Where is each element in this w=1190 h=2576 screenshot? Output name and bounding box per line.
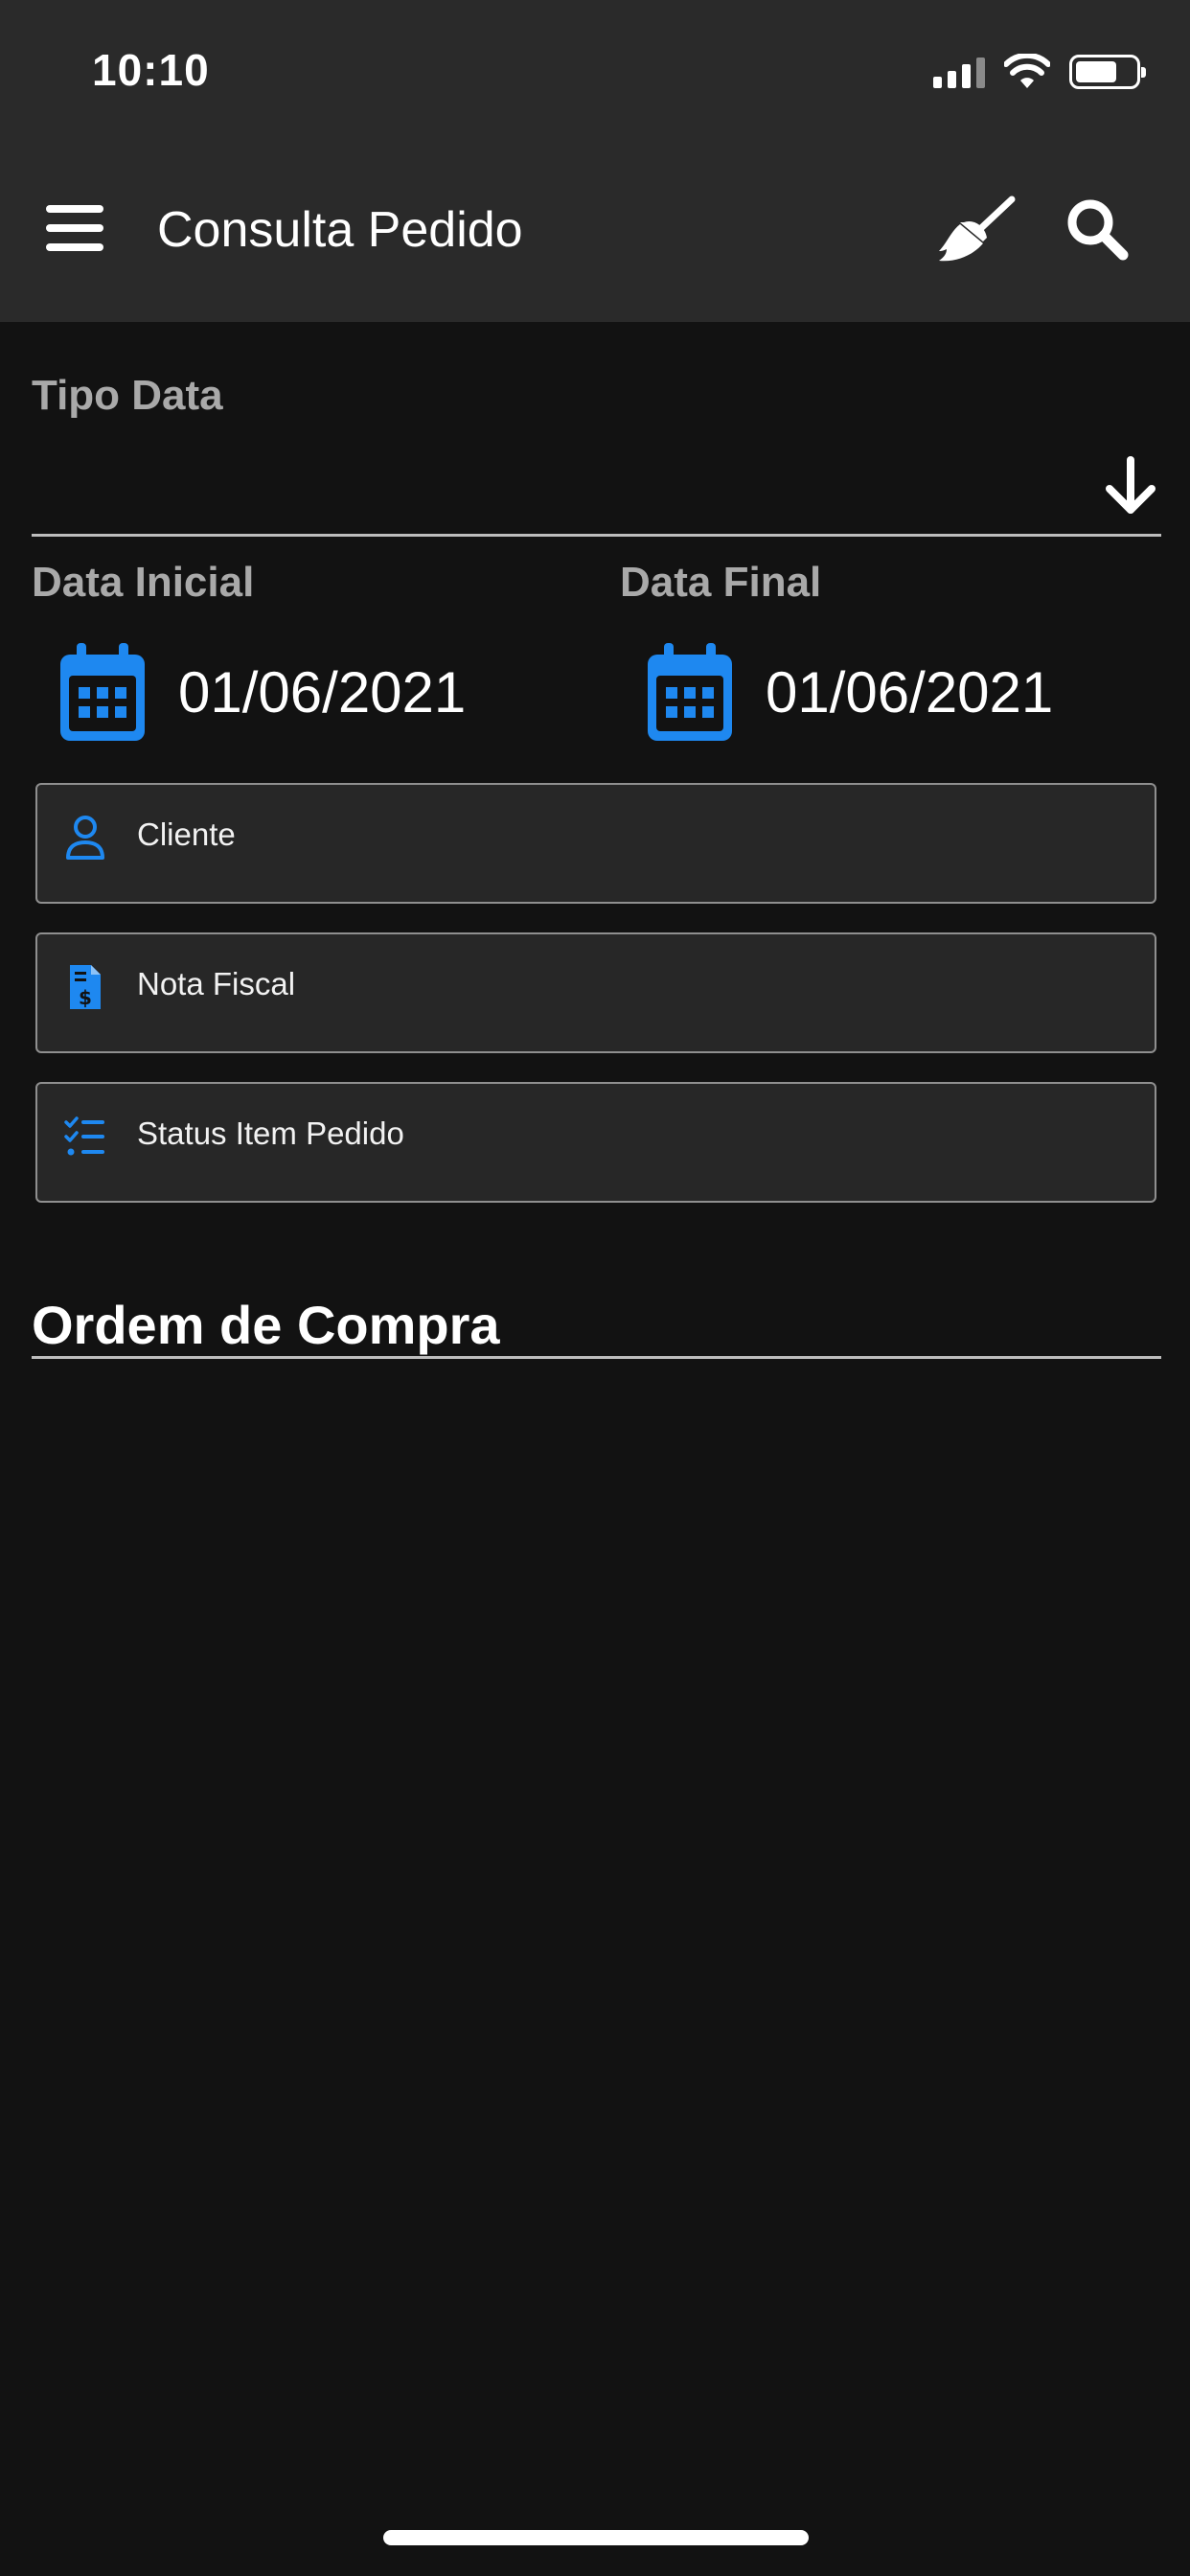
nota-fiscal-label: Nota Fiscal [137,966,296,1001]
battery-level [1076,61,1116,82]
calendar-icon [648,643,732,741]
calendar-icon [60,643,145,741]
hamburger-menu-icon[interactable] [46,205,103,251]
svg-text:$: $ [79,986,92,1009]
broom-icon[interactable] [935,194,1016,266]
arrow-down-icon[interactable] [1102,456,1159,518]
tipo-data-label: Tipo Data [32,372,223,419]
invoice-icon: $ [70,965,101,1009]
search-icon[interactable] [1065,197,1129,261]
person-icon [66,816,104,860]
checklist-icon [64,1116,104,1156]
nota-fiscal-field[interactable]: $ Nota Fiscal [35,932,1156,1053]
data-inicial-value: 01/06/2021 [178,659,467,724]
tipo-data-underline [32,534,1161,537]
wifi-icon [1004,54,1050,88]
data-final-field[interactable]: 01/06/2021 [645,638,1053,746]
page-title: Consulta Pedido [157,202,523,258]
data-final-label: Data Final [620,559,822,606]
cliente-label: Cliente [137,816,236,852]
ordem-de-compra-underline [32,1356,1161,1359]
data-final-value: 01/06/2021 [766,659,1054,724]
data-inicial-label: Data Inicial [32,559,255,606]
screen: 10:10 Consulta Pedido Tipo Data Data Ini… [0,0,1190,2576]
status-time: 10:10 [92,45,210,95]
data-inicial-field[interactable]: 01/06/2021 [57,638,466,746]
app-header: 10:10 Consulta Pedido [0,0,1190,322]
status-item-pedido-field[interactable]: Status Item Pedido [35,1082,1156,1203]
ordem-de-compra-title: Ordem de Compra [32,1295,500,1355]
home-indicator[interactable] [383,2530,809,2545]
status-item-pedido-label: Status Item Pedido [137,1116,404,1151]
cellular-signal-icon [933,56,985,88]
cliente-field[interactable]: Cliente [35,783,1156,904]
battery-icon [1069,55,1146,89]
status-icons [933,50,1146,94]
